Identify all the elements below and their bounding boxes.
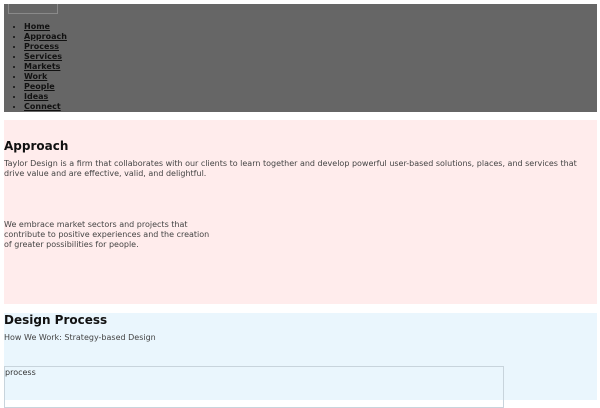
nav-item-ideas: Ideas bbox=[24, 92, 67, 102]
nav-link-approach[interactable]: Approach bbox=[24, 32, 67, 41]
nav-link-home[interactable]: Home bbox=[24, 22, 50, 31]
process-heading: Design Process bbox=[4, 313, 108, 327]
site-header: Home Approach Process Services Markets W… bbox=[4, 4, 597, 112]
nav-link-process[interactable]: Process bbox=[24, 42, 59, 51]
approach-heading: Approach bbox=[4, 139, 69, 153]
nav-item-home: Home bbox=[24, 22, 67, 32]
nav-link-work[interactable]: Work bbox=[24, 72, 47, 81]
nav-item-process: Process bbox=[24, 42, 67, 52]
approach-section: Approach Taylor Design is a firm that co… bbox=[4, 120, 597, 304]
nav-link-connect[interactable]: Connect bbox=[24, 102, 61, 111]
nav-link-ideas[interactable]: Ideas bbox=[24, 92, 48, 101]
process-image-alt-text: process bbox=[5, 368, 36, 377]
logo[interactable] bbox=[8, 4, 58, 14]
nav-item-connect: Connect bbox=[24, 102, 67, 112]
nav-item-people: People bbox=[24, 82, 67, 92]
main-nav: Home Approach Process Services Markets W… bbox=[4, 22, 67, 112]
process-subtitle: How We Work: Strategy-based Design bbox=[4, 333, 156, 342]
process-image: process bbox=[4, 366, 504, 408]
approach-markets-text: We embrace market sectors and projects t… bbox=[4, 220, 210, 249]
nav-item-approach: Approach bbox=[24, 32, 67, 42]
nav-item-work: Work bbox=[24, 72, 67, 82]
nav-link-people[interactable]: People bbox=[24, 82, 55, 91]
nav-link-markets[interactable]: Markets bbox=[24, 62, 60, 71]
process-section: Design Process How We Work: Strategy-bas… bbox=[4, 313, 597, 408]
nav-link-services[interactable]: Services bbox=[24, 52, 62, 61]
nav-item-markets: Markets bbox=[24, 62, 67, 72]
approach-intro-text: Taylor Design is a firm that collaborate… bbox=[4, 159, 577, 178]
nav-item-services: Services bbox=[24, 52, 67, 62]
